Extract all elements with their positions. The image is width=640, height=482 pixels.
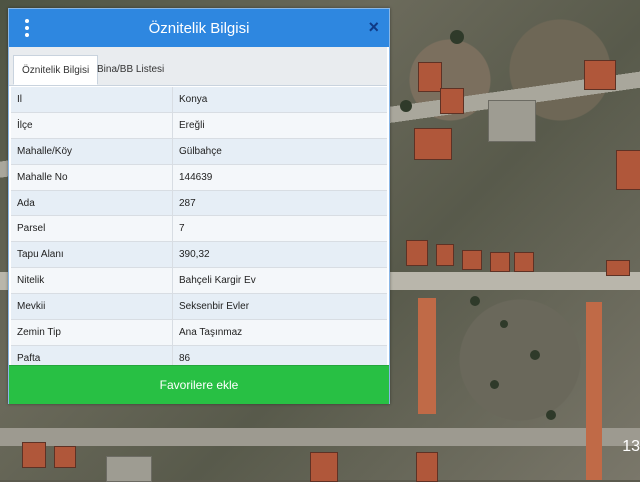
attribute-key: Nitelik [11,268,173,294]
attribute-value: 7 [179,223,185,235]
tree [470,296,480,306]
attribute-key: Mevkii [11,294,173,320]
kebab-menu-icon[interactable] [23,19,31,37]
attribute-info-dialog: Öznitelik Bilgisi × Öznitelik Bilgisi Bi… [8,8,390,404]
building-roof [310,452,338,482]
long-roof-strip [418,298,436,414]
table-row: Il Konya [11,87,387,113]
close-icon[interactable]: × [368,18,379,36]
table-row: Mahalle/Köy Gülbahçe [11,138,387,165]
tree [530,350,540,360]
table-row: Zemin Tip Ana Taşınmaz [11,320,387,346]
building-roof [440,88,464,114]
building-roof [418,62,442,92]
building-roof [416,452,438,482]
building-roof [436,244,454,266]
attribute-value: 144639 [179,171,213,183]
tab-building-list[interactable]: Bina/BB Listesi [89,55,172,85]
building-roof [54,446,76,468]
table-row: Tapu Alanı 390,32 [11,242,387,269]
attribute-key: Tapu Alanı [11,242,173,268]
tree [490,380,499,389]
building-roof [406,240,428,266]
building-flat-roof [488,100,536,142]
attribute-value: Konya [179,94,208,105]
attribute-key: Ada [11,190,173,216]
tree [400,100,412,112]
building-roof [22,442,46,468]
tree [546,410,556,420]
attribute-value: Bahçeli Kargir Ev [179,275,256,287]
tree [450,30,464,44]
map-corner-label: 13 [622,438,640,455]
attribute-value: 287 [179,197,196,209]
table-row: Parsel 7 [11,216,387,243]
attribute-value: Seksenbir Evler [179,301,250,313]
dialog-header: Öznitelik Bilgisi × [9,9,389,47]
table-row: Ada 287 [11,190,387,217]
table-row: İlçe Ereğli [11,112,387,139]
attribute-key: İlçe [11,112,173,138]
attribute-value: Ereğli [179,119,205,131]
building-roof [616,150,640,190]
building-roof [490,252,510,272]
attribute-value: Gülbahçe [179,145,222,157]
dialog-title: Öznitelik Bilgisi [148,19,250,37]
tab-bar: Öznitelik Bilgisi Bina/BB Listesi [9,47,387,86]
add-to-favorites-button[interactable]: Favorilere ekle [9,365,389,404]
attribute-key: Mahalle No [11,164,173,190]
tab-attribute-info[interactable]: Öznitelik Bilgisi [13,55,99,85]
building-roof [514,252,534,272]
attribute-key: Mahalle/Köy [11,138,173,164]
attribute-key: Il [11,87,173,112]
long-roof-strip [586,302,602,480]
building-roof [584,60,616,90]
attribute-value: 390,32 [179,249,210,261]
table-row: Mahalle No 144639 [11,164,387,191]
building-roof [462,250,482,270]
attribute-table: Il Konya İlçe Ereğli Mahalle/Köy Gülbahç… [11,87,387,372]
building-roof [414,128,452,160]
building-flat-roof [106,456,152,482]
table-row: Mevkii Seksenbir Evler [11,294,387,321]
attribute-key: Parsel [11,216,173,242]
tree [500,320,508,328]
table-row: Nitelik Bahçeli Kargir Ev [11,268,387,295]
attribute-key: Zemin Tip [11,320,173,345]
building-roof [606,260,630,276]
attribute-value: Ana Taşınmaz [179,327,243,339]
